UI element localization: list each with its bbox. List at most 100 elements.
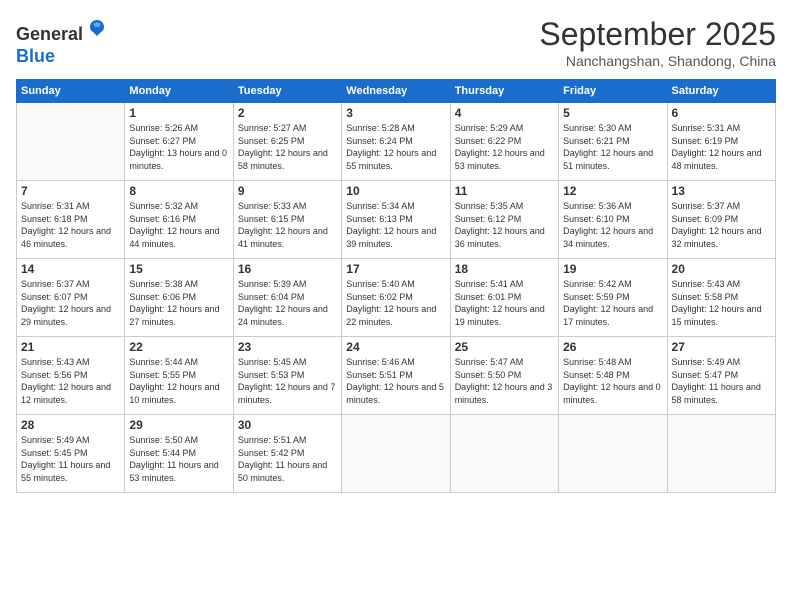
month-title: September 2025 [539, 16, 776, 53]
calendar: Sunday Monday Tuesday Wednesday Thursday… [16, 79, 776, 493]
day-number: 4 [455, 106, 554, 120]
day-number: 17 [346, 262, 445, 276]
table-row [667, 415, 775, 493]
day-number: 13 [672, 184, 771, 198]
day-info: Sunrise: 5:37 AM Sunset: 6:09 PM Dayligh… [672, 200, 771, 250]
day-number: 10 [346, 184, 445, 198]
table-row: 22Sunrise: 5:44 AM Sunset: 5:55 PM Dayli… [125, 337, 233, 415]
table-row: 30 Sunrise: 5:51 AM Sunset: 5:42 PM Dayli… [233, 415, 341, 493]
day-info: Sunrise: 5:42 AM Sunset: 5:59 PM Dayligh… [563, 278, 662, 328]
logo-icon [85, 16, 109, 40]
day-number: 27 [672, 340, 771, 354]
day-number: 19 [563, 262, 662, 276]
table-row: 6 Sunrise: 5:31 AM Sunset: 6:19 PM Daylig… [667, 103, 775, 181]
table-row: 15 Sunrise: 5:38 AM Sunset: 6:06 PM Dayli… [125, 259, 233, 337]
page-header: General Blue September 2025 Nanchangshan… [16, 16, 776, 69]
day-number: 20 [672, 262, 771, 276]
title-block: September 2025 Nanchangshan, Shandong, C… [539, 16, 776, 69]
location: Nanchangshan, Shandong, China [539, 53, 776, 69]
calendar-week-row: 21 Sunrise: 5:43 AM Sunset: 5:56 PM Dayli… [17, 337, 776, 415]
day-number: 15 [129, 262, 228, 276]
day-info: Sunrise: 5:39 AM Sunset: 6:04 PM Dayligh… [238, 278, 337, 328]
day-info: Sunrise: 5:36 AM Sunset: 6:10 PM Dayligh… [563, 200, 662, 250]
table-row: 16Sunrise: 5:39 AM Sunset: 6:04 PM Dayli… [233, 259, 341, 337]
calendar-week-row: 7 Sunrise: 5:31 AM Sunset: 6:18 PM Daylig… [17, 181, 776, 259]
day-number: 30 [238, 418, 337, 432]
day-info: Sunrise: 5:30 AM Sunset: 6:21 PM Dayligh… [563, 122, 662, 172]
day-info: Sunrise: 5:26 AM Sunset: 6:27 PM Dayligh… [129, 122, 228, 172]
table-row: 9 Sunrise: 5:33 AM Sunset: 6:15 PM Daylig… [233, 181, 341, 259]
table-row: 4 Sunrise: 5:29 AM Sunset: 6:22 PM Daylig… [450, 103, 558, 181]
table-row: 17 Sunrise: 5:40 AM Sunset: 6:02 PM Dayli… [342, 259, 450, 337]
table-row: 23Sunrise: 5:45 AM Sunset: 5:53 PM Dayli… [233, 337, 341, 415]
header-saturday: Saturday [667, 80, 775, 103]
table-row: 25 Sunrise: 5:47 AM Sunset: 5:50 PM Dayli… [450, 337, 558, 415]
day-info: Sunrise: 5:27 AM Sunset: 6:25 PM Dayligh… [238, 122, 337, 172]
day-info: Sunrise: 5:47 AM Sunset: 5:50 PM Dayligh… [455, 356, 554, 406]
day-number: 6 [672, 106, 771, 120]
table-row [17, 103, 125, 181]
table-row: 1Sunrise: 5:26 AM Sunset: 6:27 PM Daylig… [125, 103, 233, 181]
table-row [342, 415, 450, 493]
day-info: Sunrise: 5:34 AM Sunset: 6:13 PM Dayligh… [346, 200, 445, 250]
day-info: Sunrise: 5:38 AM Sunset: 6:06 PM Dayligh… [129, 278, 228, 328]
day-info: Sunrise: 5:32 AM Sunset: 6:16 PM Dayligh… [129, 200, 228, 250]
logo-general: General [16, 24, 83, 44]
day-number: 14 [21, 262, 120, 276]
day-number: 22 [129, 340, 228, 354]
day-info: Sunrise: 5:33 AM Sunset: 6:15 PM Dayligh… [238, 200, 337, 250]
table-row: 5Sunrise: 5:30 AM Sunset: 6:21 PM Daylig… [559, 103, 667, 181]
table-row: 2 Sunrise: 5:27 AM Sunset: 6:25 PM Daylig… [233, 103, 341, 181]
day-number: 28 [21, 418, 120, 432]
day-number: 11 [455, 184, 554, 198]
header-friday: Friday [559, 80, 667, 103]
day-info: Sunrise: 5:43 AM Sunset: 5:56 PM Dayligh… [21, 356, 120, 406]
day-number: 25 [455, 340, 554, 354]
day-info: Sunrise: 5:50 AM Sunset: 5:44 PM Dayligh… [129, 434, 228, 484]
day-number: 9 [238, 184, 337, 198]
day-number: 7 [21, 184, 120, 198]
table-row: 8 Sunrise: 5:32 AM Sunset: 6:16 PM Daylig… [125, 181, 233, 259]
table-row: 19 Sunrise: 5:42 AM Sunset: 5:59 PM Dayli… [559, 259, 667, 337]
table-row: 27 Sunrise: 5:49 AM Sunset: 5:47 PM Dayli… [667, 337, 775, 415]
table-row [450, 415, 558, 493]
day-info: Sunrise: 5:49 AM Sunset: 5:47 PM Dayligh… [672, 356, 771, 406]
table-row: 29 Sunrise: 5:50 AM Sunset: 5:44 PM Dayli… [125, 415, 233, 493]
calendar-week-row: 28 Sunrise: 5:49 AM Sunset: 5:45 PM Dayli… [17, 415, 776, 493]
table-row: 24 Sunrise: 5:46 AM Sunset: 5:51 PM Dayli… [342, 337, 450, 415]
table-row: 20Sunrise: 5:43 AM Sunset: 5:58 PM Dayli… [667, 259, 775, 337]
day-number: 21 [21, 340, 120, 354]
table-row: 11 Sunrise: 5:35 AM Sunset: 6:12 PM Dayli… [450, 181, 558, 259]
day-info: Sunrise: 5:51 AM Sunset: 5:42 PM Dayligh… [238, 434, 337, 484]
logo: General Blue [16, 16, 109, 67]
table-row: 13 Sunrise: 5:37 AM Sunset: 6:09 PM Dayli… [667, 181, 775, 259]
day-number: 29 [129, 418, 228, 432]
header-thursday: Thursday [450, 80, 558, 103]
day-info: Sunrise: 5:45 AM Sunset: 5:53 PM Dayligh… [238, 356, 337, 406]
day-number: 3 [346, 106, 445, 120]
logo-blue: Blue [16, 46, 55, 66]
day-info: Sunrise: 5:46 AM Sunset: 5:51 PM Dayligh… [346, 356, 445, 406]
day-number: 8 [129, 184, 228, 198]
day-number: 2 [238, 106, 337, 120]
day-info: Sunrise: 5:31 AM Sunset: 6:19 PM Dayligh… [672, 122, 771, 172]
day-number: 26 [563, 340, 662, 354]
day-info: Sunrise: 5:48 AM Sunset: 5:48 PM Dayligh… [563, 356, 662, 406]
day-info: Sunrise: 5:35 AM Sunset: 6:12 PM Dayligh… [455, 200, 554, 250]
table-row: 3Sunrise: 5:28 AM Sunset: 6:24 PM Daylig… [342, 103, 450, 181]
calendar-week-row: 14 Sunrise: 5:37 AM Sunset: 6:07 PM Dayli… [17, 259, 776, 337]
day-info: Sunrise: 5:31 AM Sunset: 6:18 PM Dayligh… [21, 200, 120, 250]
table-row: 12 Sunrise: 5:36 AM Sunset: 6:10 PM Dayli… [559, 181, 667, 259]
day-number: 24 [346, 340, 445, 354]
weekday-header-row: Sunday Monday Tuesday Wednesday Thursday… [17, 80, 776, 103]
day-info: Sunrise: 5:37 AM Sunset: 6:07 PM Dayligh… [21, 278, 120, 328]
day-number: 12 [563, 184, 662, 198]
table-row: 26 Sunrise: 5:48 AM Sunset: 5:48 PM Dayli… [559, 337, 667, 415]
day-info: Sunrise: 5:41 AM Sunset: 6:01 PM Dayligh… [455, 278, 554, 328]
day-info: Sunrise: 5:49 AM Sunset: 5:45 PM Dayligh… [21, 434, 120, 484]
day-info: Sunrise: 5:40 AM Sunset: 6:02 PM Dayligh… [346, 278, 445, 328]
header-tuesday: Tuesday [233, 80, 341, 103]
header-wednesday: Wednesday [342, 80, 450, 103]
table-row: 18Sunrise: 5:41 AM Sunset: 6:01 PM Dayli… [450, 259, 558, 337]
day-info: Sunrise: 5:29 AM Sunset: 6:22 PM Dayligh… [455, 122, 554, 172]
